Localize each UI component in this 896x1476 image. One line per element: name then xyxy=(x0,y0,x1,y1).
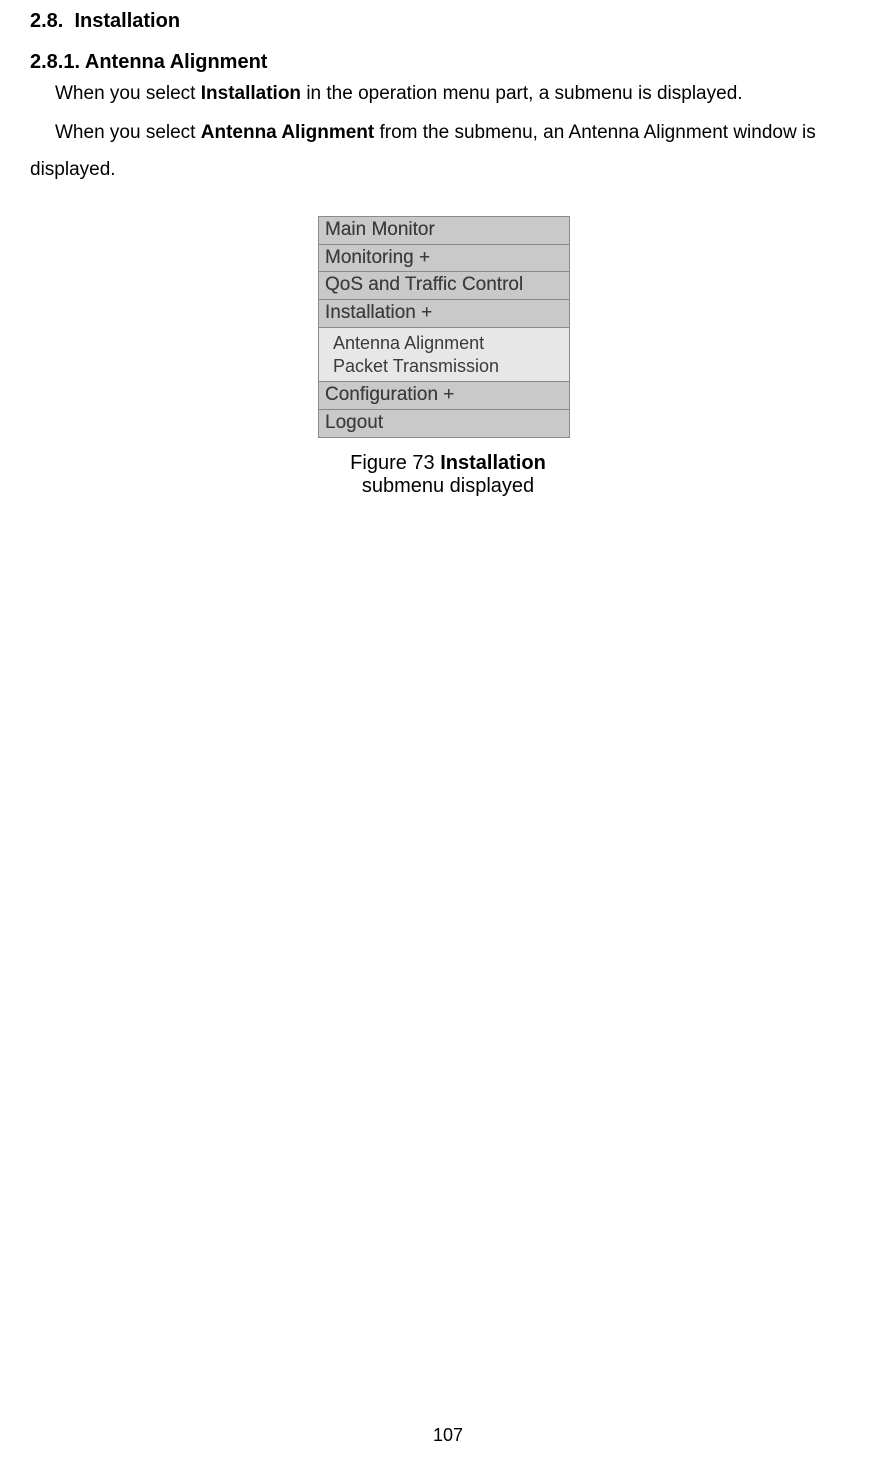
caption-pre: Figure 73 xyxy=(350,452,440,474)
caption-bold: Installation xyxy=(440,452,546,474)
subsection-heading: 2.8.1. Antenna Alignment xyxy=(30,51,896,74)
section-heading: 2.8. Installation xyxy=(30,10,896,33)
p1-post: in the operation menu part, a submenu is… xyxy=(301,83,743,104)
page-number: 107 xyxy=(0,1425,896,1446)
subsection-number: 2.8.1. xyxy=(30,51,80,73)
figure-caption: Figure 73 Installation submenu displayed xyxy=(318,452,578,498)
subsection-title: Antenna Alignment xyxy=(85,51,268,73)
p2-bold: Antenna Alignment xyxy=(201,122,374,143)
menu-item-monitoring[interactable]: Monitoring + xyxy=(319,245,569,273)
section-title: Installation xyxy=(74,10,180,32)
submenu-item-antenna-alignment[interactable]: Antenna Alignment xyxy=(333,332,563,355)
p2-post2: displayed. xyxy=(30,159,116,180)
section-number: 2.8. xyxy=(30,10,63,32)
figure: Main Monitor Monitoring + QoS and Traffi… xyxy=(318,216,578,498)
menu-item-qos-traffic[interactable]: QoS and Traffic Control xyxy=(319,272,569,300)
menu-item-main-monitor[interactable]: Main Monitor xyxy=(319,217,569,245)
submenu-installation: Antenna Alignment Packet Transmission xyxy=(319,328,569,382)
p2-post1: from the submenu, an Antenna Alignment w… xyxy=(374,122,815,143)
menu-item-logout[interactable]: Logout xyxy=(319,410,569,437)
menu-item-installation[interactable]: Installation + xyxy=(319,300,569,328)
paragraph-2: When you select Antenna Alignment from t… xyxy=(30,114,866,188)
paragraph-1: When you select Installation in the oper… xyxy=(55,80,866,108)
menu-item-configuration[interactable]: Configuration + xyxy=(319,382,569,410)
caption-post: submenu displayed xyxy=(362,475,534,497)
p1-bold: Installation xyxy=(201,83,301,104)
p1-pre: When you select xyxy=(55,83,201,104)
submenu-item-packet-transmission[interactable]: Packet Transmission xyxy=(333,355,563,378)
operation-menu: Main Monitor Monitoring + QoS and Traffi… xyxy=(318,216,570,438)
p2-pre: When you select xyxy=(55,122,201,143)
